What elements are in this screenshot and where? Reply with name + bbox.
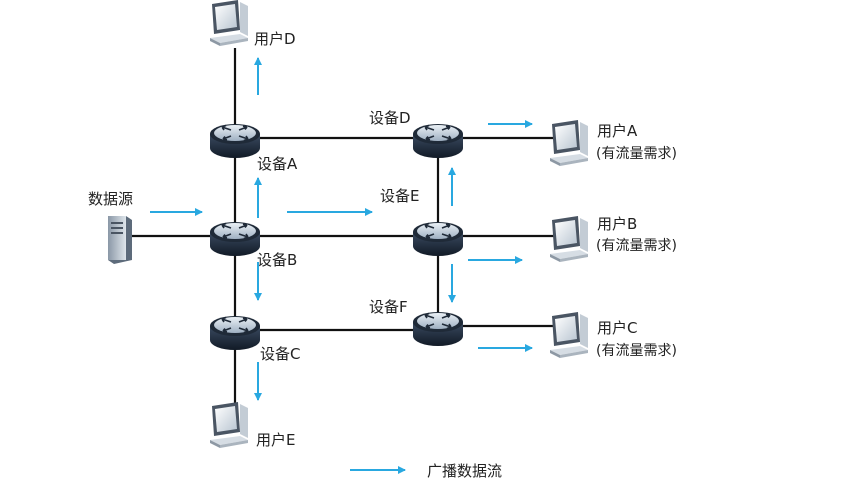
user-c-demand-note: (有流量需求)	[596, 343, 677, 359]
user-a-demand-note: (有流量需求)	[596, 146, 677, 162]
user-b-pc-icon	[550, 216, 588, 262]
device-f-label: 设备F	[369, 298, 408, 316]
device-e-label: 设备E	[380, 187, 420, 205]
device-e-router-icon	[412, 221, 464, 257]
device-c-router-icon	[209, 315, 261, 351]
network-diagram	[108, 0, 588, 474]
broadcast-arrows	[150, 57, 533, 474]
device-a-router-icon	[209, 123, 261, 159]
user-b-demand-note: (有流量需求)	[596, 238, 677, 254]
data-source-label: 数据源	[88, 190, 134, 208]
user-e-label: 用户E	[256, 431, 296, 449]
user-c-label: 用户C	[597, 319, 638, 337]
device-f-router-icon	[412, 311, 464, 347]
device-b-label: 设备B	[257, 251, 298, 269]
user-b-label: 用户B	[597, 215, 638, 233]
device-a-label: 设备A	[257, 155, 298, 173]
user-e-pc-icon	[210, 402, 248, 448]
user-c-pc-icon	[550, 312, 588, 358]
device-d-label: 设备D	[369, 109, 411, 127]
data-source-server-icon	[108, 216, 132, 264]
device-d-router-icon	[412, 123, 464, 159]
device-b-router-icon	[209, 221, 261, 257]
user-a-label: 用户A	[597, 122, 638, 140]
user-d-pc-icon	[210, 0, 248, 46]
device-c-label: 设备C	[260, 345, 301, 363]
network-links	[120, 48, 560, 420]
user-a-pc-icon	[550, 120, 588, 166]
user-d-label: 用户D	[254, 30, 296, 48]
legend-label: 广播数据流	[427, 462, 503, 480]
